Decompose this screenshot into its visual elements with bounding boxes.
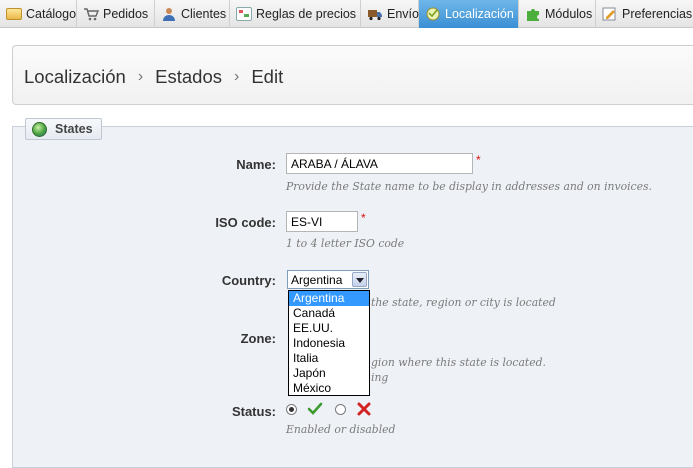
iso-code-input[interactable]	[286, 211, 358, 232]
country-label: Country:	[221, 273, 276, 288]
country-option[interactable]: Italia	[289, 351, 369, 366]
price-rules-icon	[236, 7, 252, 21]
tab-customers[interactable]: Clientes	[155, 0, 230, 28]
country-option[interactable]: México	[289, 381, 369, 396]
tab-orders[interactable]: Pedidos	[77, 0, 155, 28]
iso-code-label: ISO code:	[215, 215, 276, 230]
tab-modules[interactable]: Módulos	[519, 0, 596, 28]
tab-catalog[interactable]: Catálogo	[0, 0, 77, 28]
breadcrumb-item-localization[interactable]: Localización	[24, 66, 126, 88]
tab-price-rules-label: Reglas de precios	[256, 7, 357, 21]
breadcrumb-item-edit: Edit	[251, 66, 284, 87]
status-hint: Enabled or disabled	[286, 423, 396, 436]
country-dropdown-list: Argentina Canadá EE.UU. Indonesia Italia…	[288, 290, 370, 396]
name-label: Name:	[236, 157, 276, 172]
localization-icon	[425, 7, 441, 21]
country-select-value: Argentina	[291, 273, 343, 287]
country-option[interactable]: Japón	[289, 366, 369, 381]
tab-shipping-label: Envío	[387, 7, 419, 21]
chevron-down-icon[interactable]	[352, 272, 367, 287]
tab-shipping[interactable]: Envío	[361, 0, 419, 28]
chevron-right-icon: ›	[234, 68, 240, 85]
required-mark: *	[476, 153, 481, 167]
required-mark: *	[361, 211, 366, 225]
tab-customers-label: Clientes	[181, 7, 227, 21]
country-option[interactable]: Canadá	[289, 306, 369, 321]
iso-code-hint: 1 to 4 letter ISO code	[286, 237, 405, 250]
country-option[interactable]: EE.UU.	[289, 321, 369, 336]
breadcrumb: Localización › Estados › Edit	[24, 66, 283, 88]
folder-icon	[6, 8, 22, 20]
tab-modules-label: Módulos	[545, 7, 593, 21]
name-hint: Provide the State name to be display in …	[286, 180, 652, 193]
country-option[interactable]: Argentina	[289, 291, 369, 306]
cart-icon	[83, 7, 100, 21]
country-select[interactable]: Argentina	[287, 270, 369, 289]
zone-label: Zone:	[240, 331, 276, 346]
chevron-right-icon: ›	[137, 68, 144, 85]
panel-legend: States	[25, 118, 102, 140]
check-icon[interactable]	[307, 401, 323, 417]
breadcrumb-item-states[interactable]: Estados	[155, 66, 222, 88]
user-icon	[161, 7, 177, 21]
country-option[interactable]: Indonesia	[289, 336, 369, 351]
tab-orders-label: Pedidos	[103, 7, 149, 21]
country-hint: the state, region or city is located	[371, 296, 556, 309]
tab-catalog-label: Catálogo	[26, 7, 77, 21]
status-enabled-radio[interactable]	[286, 404, 297, 415]
tab-localization-label: Localización	[445, 7, 514, 21]
zone-hint-2: ing	[371, 371, 389, 384]
tab-preferences[interactable]: Preferencias	[596, 0, 693, 28]
tab-preferences-label: Preferencias	[622, 7, 693, 21]
puzzle-icon	[525, 7, 541, 21]
tab-localization[interactable]: Localización	[419, 0, 519, 28]
preferences-icon	[602, 7, 618, 21]
globe-icon	[32, 121, 47, 137]
zone-hint: gion where this state is located.	[371, 356, 546, 369]
name-input[interactable]	[286, 153, 473, 174]
truck-icon	[367, 7, 383, 21]
cross-icon[interactable]	[356, 401, 372, 417]
status-disabled-radio[interactable]	[335, 404, 346, 415]
top-menu: Catálogo Pedidos Clientes Reglas de prec…	[0, 0, 693, 28]
breadcrumb-box: Localización › Estados › Edit	[12, 45, 693, 105]
panel-legend-label: States	[55, 122, 93, 136]
tab-price-rules[interactable]: Reglas de precios	[230, 0, 361, 28]
status-label: Status:	[231, 404, 276, 419]
